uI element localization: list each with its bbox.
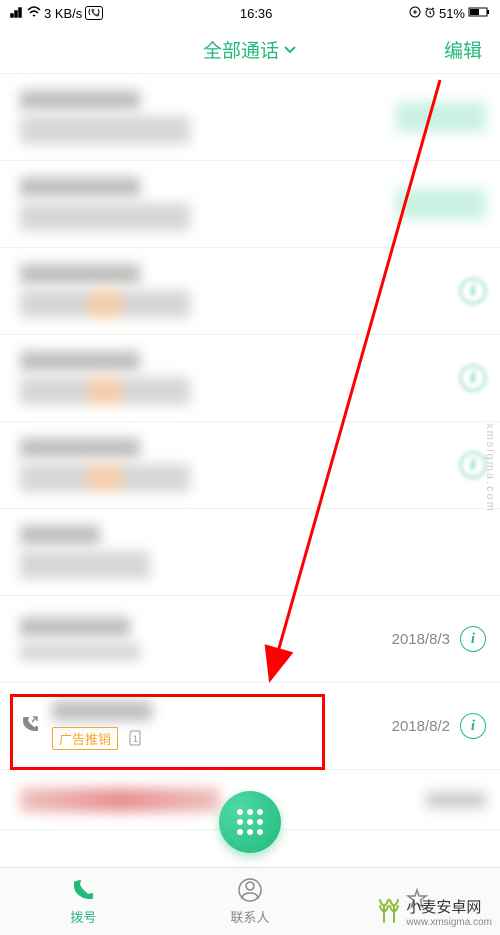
phone-icon: [71, 878, 95, 905]
watermark-url: www.xmsigma.com: [406, 917, 492, 928]
edit-button[interactable]: 编辑: [444, 36, 482, 63]
info-icon[interactable]: i: [460, 365, 486, 391]
filter-dropdown[interactable]: 全部通话: [203, 36, 297, 63]
battery-icon: [468, 6, 490, 21]
header: 全部通话 编辑: [0, 26, 500, 74]
battery-pct: 51%: [439, 6, 465, 21]
call-row[interactable]: 2018/8/3 i: [0, 596, 500, 683]
status-right: 51%: [409, 6, 490, 21]
contact-icon: [238, 878, 262, 905]
call-list: i i i 2018/8/3 i 广告推销 1 2018/8/2 i: [0, 74, 500, 830]
info-icon[interactable]: i: [460, 713, 486, 739]
wheat-icon: [376, 894, 402, 929]
watermark-text: 小麦安卓网: [406, 899, 481, 916]
dialpad-fab[interactable]: [219, 791, 281, 853]
call-row[interactable]: [0, 161, 500, 248]
sim-icon: 1: [128, 730, 142, 751]
hd-icon: 📞: [85, 6, 103, 20]
status-time: 16:36: [240, 6, 273, 21]
nav-dial[interactable]: 拨号: [0, 868, 167, 935]
spam-tag: 广告推销: [52, 727, 118, 750]
info-icon[interactable]: i: [460, 626, 486, 652]
call-row[interactable]: [0, 74, 500, 161]
dialpad-icon: [237, 809, 263, 835]
lock-icon: [409, 6, 421, 21]
call-row[interactable]: i: [0, 422, 500, 509]
side-watermark: xmsigma.com: [484, 423, 496, 513]
svg-text:1: 1: [133, 734, 138, 744]
filter-label: 全部通话: [203, 36, 279, 63]
alarm-icon: [424, 6, 436, 21]
nav-label: 拨号: [70, 907, 96, 926]
info-icon[interactable]: i: [460, 278, 486, 304]
nav-label: 联系人: [231, 907, 270, 926]
call-row[interactable]: [0, 509, 500, 596]
signal-icon: [10, 6, 24, 21]
nav-contacts[interactable]: 联系人: [167, 868, 334, 935]
call-date: 2018/8/3: [392, 631, 450, 648]
call-row[interactable]: i: [0, 335, 500, 422]
call-row[interactable]: i: [0, 248, 500, 335]
call-date: 2018/8/2: [392, 718, 450, 735]
status-left: 3 KB/s 📞: [10, 6, 103, 21]
net-speed: 3 KB/s: [44, 6, 82, 21]
svg-text:📞: 📞: [91, 8, 100, 17]
info-icon[interactable]: i: [460, 452, 486, 478]
watermark: 小麦安卓网 www.xmsigma.com: [376, 894, 492, 929]
status-bar: 3 KB/s 📞 16:36 51%: [0, 0, 500, 26]
call-row-highlighted[interactable]: 广告推销 1 2018/8/2 i: [0, 683, 500, 770]
wifi-icon: [27, 6, 41, 21]
outgoing-call-icon: [20, 714, 42, 739]
chevron-down-icon: [283, 39, 297, 61]
